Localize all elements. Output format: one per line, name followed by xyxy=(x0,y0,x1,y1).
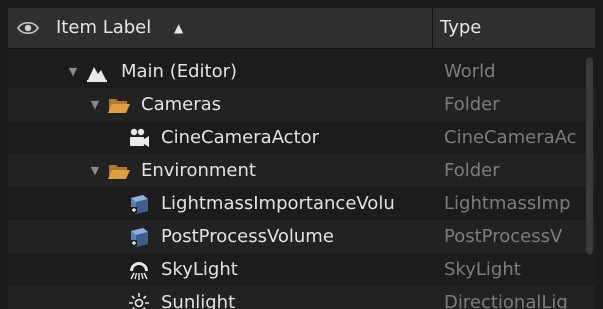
tree-row-type: DirectionalLig xyxy=(444,292,568,309)
tree-row-type: Folder xyxy=(444,94,500,115)
sort-ascending-icon[interactable]: ▲ xyxy=(174,8,183,48)
tree-row-type: LightmassImp xyxy=(444,193,571,214)
expand-arrow-icon[interactable]: ▼ xyxy=(66,55,80,88)
tree-row-lightmassimportancevolume[interactable]: LightmassImportanceVolu LightmassImp xyxy=(8,187,595,220)
level-icon xyxy=(87,67,107,82)
folder-open-icon xyxy=(108,99,130,113)
tree-row-label: Main (Editor) xyxy=(121,61,238,82)
folder-open-icon xyxy=(108,165,130,179)
skylight-icon xyxy=(130,262,148,280)
tree-row-cinecameraactor[interactable]: CineCameraActor CineCameraAc xyxy=(8,121,595,154)
tree-row-type: PostProcessV xyxy=(444,226,563,247)
tree-row-postprocessvolume[interactable]: PostProcessVolume PostProcessV xyxy=(8,220,595,253)
tree-row-cameras[interactable]: ▼ Cameras Folder xyxy=(8,88,595,121)
tree-row-label: Cameras xyxy=(141,94,222,115)
tree-row-type: SkyLight xyxy=(444,259,521,280)
tree-row-environment[interactable]: ▼ Environment Folder xyxy=(8,154,595,187)
tree-row-type: World xyxy=(444,61,496,82)
sun-icon xyxy=(129,293,149,309)
eye-icon xyxy=(17,21,39,35)
tree-row-sunlight[interactable]: Sunlight DirectionalLig xyxy=(8,286,595,309)
tree-row-label: SkyLight xyxy=(161,259,238,280)
visibility-column-header[interactable] xyxy=(8,8,48,48)
tree-row-label: Environment xyxy=(141,160,256,181)
world-outliner: Item Label ▲ Type ▼ Main (Editor) World … xyxy=(8,8,595,309)
tree-row-label: PostProcessVolume xyxy=(161,226,334,247)
tree-row-type: Folder xyxy=(444,160,500,181)
camera-icon xyxy=(130,128,149,147)
tree-row-main-editor[interactable]: ▼ Main (Editor) World xyxy=(8,55,595,88)
vertical-scrollbar[interactable] xyxy=(586,58,593,254)
expand-arrow-icon[interactable]: ▼ xyxy=(88,154,102,187)
type-column-header[interactable]: Type xyxy=(440,8,481,48)
tree-row-type: CineCameraAc xyxy=(444,127,577,148)
outliner-tree: ▼ Main (Editor) World ▼ Cameras Folder C… xyxy=(8,55,595,309)
tree-row-label: CineCameraActor xyxy=(161,127,320,148)
item-label-column-header[interactable]: Item Label xyxy=(56,8,151,48)
outliner-header: Item Label ▲ Type xyxy=(8,8,595,49)
tree-row-label: Sunlight xyxy=(161,292,236,309)
volume-icon xyxy=(131,228,148,247)
tree-row-skylight[interactable]: SkyLight SkyLight xyxy=(8,253,595,286)
tree-row-label: LightmassImportanceVolu xyxy=(161,193,395,214)
expand-arrow-icon[interactable]: ▼ xyxy=(88,88,102,121)
column-divider[interactable] xyxy=(432,8,433,48)
